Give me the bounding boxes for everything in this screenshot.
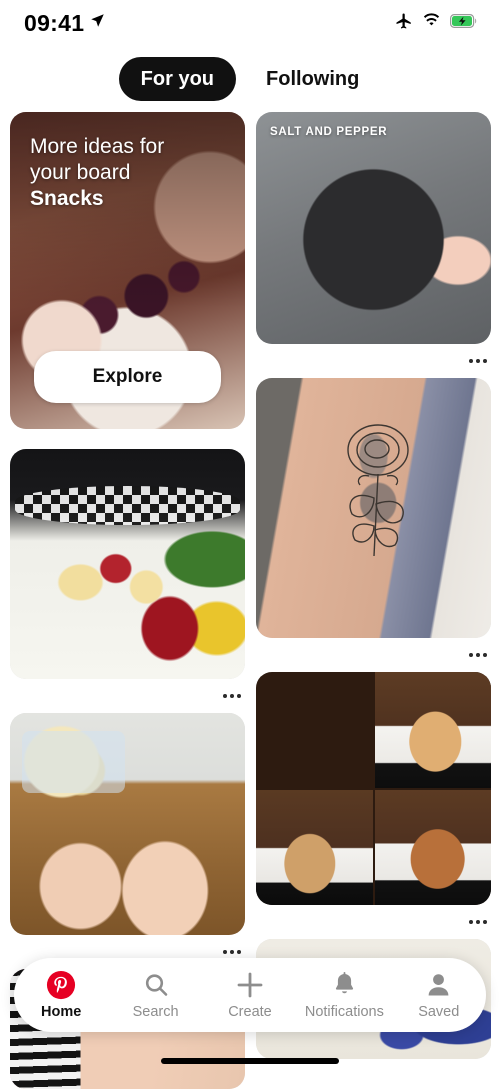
nav-label-notifications: Notifications (304, 1004, 384, 1020)
pin-overflow-menu[interactable] (10, 679, 245, 713)
more-ideas-line1: More ideas for (30, 135, 165, 158)
more-ideas-line2: your board (30, 161, 131, 185)
status-bar-left: 09:41 (24, 10, 105, 37)
home-indicator (161, 1058, 339, 1064)
more-ideas-image[interactable]: More ideas for your board Snacks Explore (10, 112, 245, 429)
nav-label-saved: Saved (418, 1004, 460, 1020)
airplane-mode-icon (395, 12, 413, 35)
hot-dog-spirals-photo (10, 449, 245, 679)
rose-tattoo-image[interactable] (256, 378, 491, 638)
pin-hot-dog-spirals[interactable] (10, 449, 245, 713)
banana-prep-image[interactable] (10, 713, 245, 935)
location-arrow-icon (90, 13, 105, 33)
search-icon (142, 970, 170, 1000)
feed-column-left: More ideas for your board Snacks Explore (10, 112, 245, 1089)
pin-feed: More ideas for your board Snacks Explore (0, 112, 500, 1089)
nav-item-saved[interactable]: Saved (395, 970, 483, 1020)
pinterest-logo-icon (46, 970, 76, 1000)
checkered-napkin-decor (14, 485, 241, 525)
tab-following[interactable]: Following (244, 57, 381, 101)
spacer-no-overflow (10, 429, 245, 449)
pin-rose-tattoo[interactable] (256, 378, 491, 672)
nav-label-create: Create (228, 1004, 272, 1020)
more-ideas-board-name: Snacks (30, 187, 104, 211)
bottom-navigation-bar: Home Search Create Notifications Saved (14, 958, 486, 1032)
salt-and-pepper-image[interactable]: SALT AND PEPPER (256, 112, 491, 344)
battery-charging-icon (450, 13, 478, 33)
bell-icon (331, 970, 358, 1000)
chicken-in-pan-photo (256, 112, 491, 344)
pin-overflow-menu[interactable] (256, 344, 491, 378)
plus-icon (235, 970, 265, 1000)
pancake-grid-photo (256, 672, 491, 905)
nav-label-search: Search (132, 1004, 179, 1020)
pin-overflow-menu[interactable] (256, 638, 491, 672)
pancake-cell (256, 789, 373, 905)
hot-dog-spirals-image[interactable] (10, 449, 245, 679)
pin-salt-and-pepper[interactable]: SALT AND PEPPER (256, 112, 491, 378)
feed-column-right: SALT AND PEPPER (256, 112, 491, 1059)
nav-label-home: Home (41, 1004, 82, 1020)
status-bar: 09:41 (0, 0, 500, 46)
feed-tab-bar: For you Following (0, 46, 500, 112)
tab-for-you[interactable]: For you (118, 57, 237, 101)
nav-item-home[interactable]: Home (17, 970, 105, 1020)
pin-banana-prep[interactable] (10, 713, 245, 969)
status-bar-right (395, 12, 478, 35)
wifi-icon (422, 13, 441, 33)
nav-item-notifications[interactable]: Notifications (300, 970, 388, 1020)
pancake-grid-cells (256, 672, 491, 905)
ziplock-bag-decor (21, 730, 126, 793)
explore-button[interactable]: Explore (34, 351, 221, 403)
pancake-cell (374, 789, 491, 905)
pancake-grid-image[interactable] (256, 672, 491, 905)
pin-pancake-grid[interactable] (256, 672, 491, 939)
pancake-cell (374, 672, 491, 788)
pancake-cell (256, 672, 373, 788)
rose-tattoo-art (347, 424, 409, 557)
nav-item-create[interactable]: Create (206, 970, 294, 1020)
person-icon (425, 970, 452, 1000)
pin-overflow-menu[interactable] (256, 905, 491, 939)
more-ideas-card[interactable]: More ideas for your board Snacks Explore (10, 112, 245, 449)
more-ideas-title: More ideas for your board Snacks (30, 134, 225, 212)
nav-item-search[interactable]: Search (112, 970, 200, 1020)
pin-caption-overlay: SALT AND PEPPER (270, 126, 388, 138)
status-time: 09:41 (24, 9, 85, 36)
more-ideas-overlay: More ideas for your board Snacks Explore (10, 112, 245, 429)
